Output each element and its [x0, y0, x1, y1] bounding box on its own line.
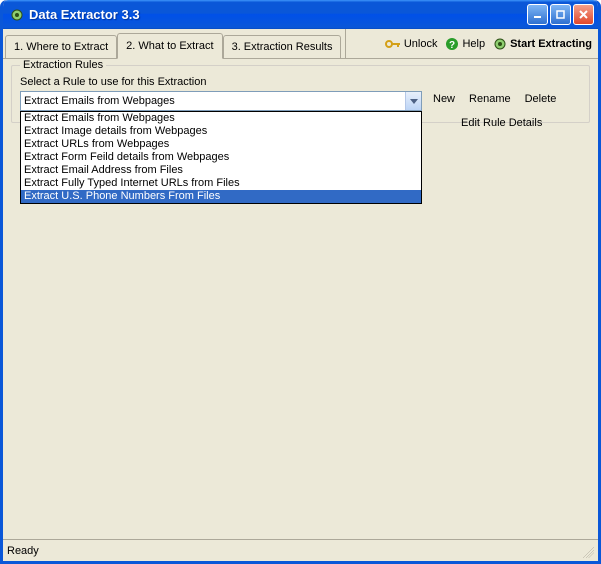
new-rule-button[interactable]: New [433, 93, 455, 105]
start-icon [493, 37, 507, 51]
status-text: Ready [7, 545, 39, 557]
unlock-button[interactable]: Unlock [385, 38, 438, 50]
rule-option[interactable]: Extract URLs from Webpages [21, 138, 421, 151]
tab-where-to-extract[interactable]: 1. Where to Extract [5, 35, 117, 58]
rule-dropdown[interactable]: Extract Emails from Webpages Extract Ima… [20, 111, 422, 204]
rule-select[interactable]: Extract Emails from Webpages [20, 91, 422, 111]
delete-rule-button[interactable]: Delete [525, 93, 557, 105]
rule-option[interactable]: Extract Image details from Webpages [21, 125, 421, 138]
rule-select-value: Extract Emails from Webpages [24, 95, 175, 107]
key-icon [385, 38, 401, 50]
toolbar-actions: Unlock ? Help Start Extracting [345, 29, 598, 58]
close-button[interactable] [573, 4, 594, 25]
toolbar: 1. Where to Extract 2. What to Extract 3… [3, 29, 598, 59]
app-icon [9, 7, 25, 23]
rename-rule-button[interactable]: Rename [469, 93, 511, 105]
tab-strip: 1. Where to Extract 2. What to Extract 3… [3, 29, 341, 58]
rule-combo-wrap: Extract Emails from Webpages Extract Ema… [20, 91, 422, 111]
rule-option[interactable]: Extract Emails from Webpages [21, 112, 421, 125]
window-controls [527, 4, 594, 25]
rule-select-label: Select a Rule to use for this Extraction [20, 76, 581, 88]
help-label: Help [462, 38, 485, 50]
rule-option[interactable]: Extract Form Feild details from Webpages [21, 151, 421, 164]
start-extracting-button[interactable]: Start Extracting [493, 37, 592, 51]
edit-rule-details-button[interactable]: Edit Rule Details [461, 117, 542, 129]
rule-option[interactable]: Extract Fully Typed Internet URLs from F… [21, 177, 421, 190]
resize-grip-icon[interactable] [580, 544, 594, 558]
chevron-down-icon[interactable] [405, 92, 421, 110]
unlock-label: Unlock [404, 38, 438, 50]
app-window: Data Extractor 3.3 1. Where to Extract 2… [0, 0, 601, 564]
tab-what-to-extract[interactable]: 2. What to Extract [117, 33, 222, 59]
help-icon: ? [445, 37, 459, 51]
svg-text:?: ? [449, 40, 455, 51]
start-label: Start Extracting [510, 38, 592, 50]
rule-action-row-2: Edit Rule Details [461, 117, 542, 129]
statusbar: Ready [3, 539, 598, 561]
client-area: Extraction Rules Select a Rule to use fo… [3, 59, 598, 539]
help-button[interactable]: ? Help [445, 37, 485, 51]
rule-option[interactable]: Extract Email Address from Files [21, 164, 421, 177]
rule-option[interactable]: Extract U.S. Phone Numbers From Files [21, 190, 421, 203]
titlebar[interactable]: Data Extractor 3.3 [3, 0, 598, 29]
maximize-button[interactable] [550, 4, 571, 25]
window-title: Data Extractor 3.3 [29, 7, 527, 22]
minimize-button[interactable] [527, 4, 548, 25]
tab-extraction-results[interactable]: 3. Extraction Results [223, 35, 342, 58]
groupbox-title: Extraction Rules [20, 59, 106, 71]
rule-action-row: New Rename Delete [433, 93, 556, 105]
